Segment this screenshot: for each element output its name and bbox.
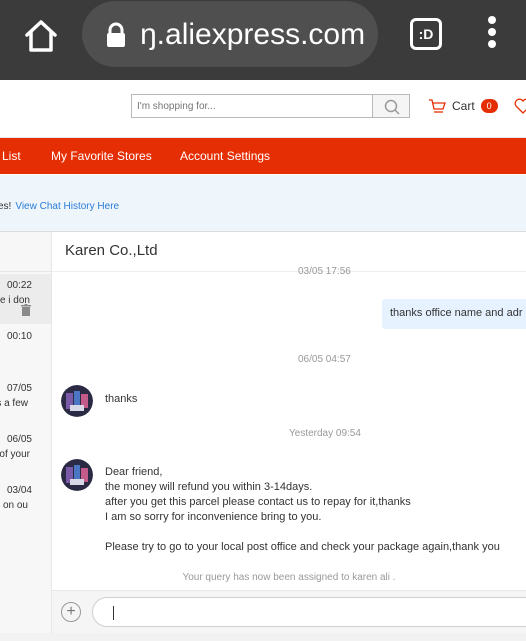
browser-toolbar: ŋ.aliexpress.com :D bbox=[0, 0, 526, 80]
add-attachment-button[interactable]: + bbox=[61, 602, 81, 622]
conversation-time: 00:10 bbox=[6, 331, 32, 342]
address-bar[interactable]: ŋ.aliexpress.com bbox=[82, 1, 378, 67]
conversation-time: 06/05 bbox=[6, 434, 32, 445]
message-line: I am so sorry for inconvenience bring to… bbox=[105, 511, 322, 523]
chat-notice: es! View Chat History Here bbox=[0, 175, 526, 231]
home-icon bbox=[25, 20, 57, 52]
page-bottom-strip bbox=[0, 633, 526, 641]
conversation-snippet: of your bbox=[0, 449, 30, 460]
trash-icon[interactable] bbox=[21, 304, 31, 316]
message-timestamp: 03/05 17:56 bbox=[298, 266, 351, 277]
wishlist-heart-icon[interactable] bbox=[514, 97, 526, 115]
message-timestamp: 06/05 04:57 bbox=[298, 354, 351, 365]
avatar-image bbox=[61, 459, 93, 491]
conversation-item[interactable]: 03/04 g on ou bbox=[0, 474, 51, 524]
message-line: Dear friend, bbox=[105, 466, 163, 478]
search-icon bbox=[384, 99, 400, 115]
cart-count-badge: 0 bbox=[480, 99, 498, 113]
conversation-list-header bbox=[0, 232, 51, 272]
notice-text: es! bbox=[0, 201, 12, 212]
conversation-item[interactable]: 00:22 e i don bbox=[0, 274, 51, 324]
tab-switcher-button[interactable]: :D bbox=[410, 18, 442, 50]
conversation-snippet: s a few bbox=[0, 398, 28, 409]
notice-text-row: es! View Chat History Here bbox=[0, 201, 119, 212]
message-composer: + bbox=[52, 590, 526, 634]
conversation-time: 07/05 bbox=[6, 383, 32, 394]
cart-label: Cart bbox=[452, 99, 475, 113]
more-menu-button[interactable] bbox=[484, 16, 500, 50]
seller-avatar bbox=[61, 459, 93, 491]
more-vert-icon bbox=[488, 16, 496, 24]
more-vert-icon-dot bbox=[488, 28, 496, 36]
more-vert-icon-dot bbox=[488, 40, 496, 48]
conversation-item[interactable]: 06/05 of your bbox=[0, 424, 51, 474]
lock-icon bbox=[107, 22, 125, 47]
message-timestamp: Yesterday 09:54 bbox=[289, 428, 361, 439]
message-line: after you get this parcel please contact… bbox=[105, 496, 411, 508]
message-line: the money will refund you within 3-14day… bbox=[105, 481, 313, 493]
page: ŋ.aliexpress.com :D Cart 0 List bbox=[0, 0, 526, 641]
chat-title: Karen Co.,Ltd bbox=[65, 242, 158, 259]
seller-avatar bbox=[61, 385, 93, 417]
site-header: Cart 0 bbox=[0, 80, 526, 138]
home-button[interactable] bbox=[22, 17, 60, 55]
search-button[interactable] bbox=[372, 94, 410, 118]
conversation-time: 00:22 bbox=[6, 280, 32, 291]
system-note: Your query has now been assigned to kare… bbox=[182, 572, 396, 583]
nav-item-list[interactable]: List bbox=[2, 149, 21, 163]
conversation-time: 03/04 bbox=[6, 485, 32, 496]
conversation-list: 00:22 e i don 00:10 07/05 s a few 06/05 … bbox=[0, 232, 52, 634]
url-text: ŋ.aliexpress.com bbox=[140, 18, 366, 51]
chat-title-bar: Karen Co.,Ltd bbox=[52, 232, 526, 272]
seller-message-text: thanks bbox=[105, 393, 138, 405]
chat-window: 00:22 e i don 00:10 07/05 s a few 06/05 … bbox=[0, 231, 526, 634]
search-input[interactable] bbox=[131, 94, 373, 118]
conversation-item[interactable]: 00:10 bbox=[0, 324, 51, 374]
conversation-snippet: g on ou bbox=[0, 500, 28, 511]
nav-item-favorite-stores[interactable]: My Favorite Stores bbox=[51, 149, 152, 163]
cart-icon bbox=[429, 99, 446, 113]
message-input[interactable] bbox=[92, 597, 526, 627]
cart-link[interactable]: Cart 0 bbox=[428, 96, 498, 116]
message-line bbox=[105, 525, 500, 540]
account-nav-bar: List My Favorite Stores Account Settings bbox=[0, 138, 526, 174]
view-chat-history-link[interactable]: View Chat History Here bbox=[15, 201, 119, 212]
text-caret bbox=[113, 606, 114, 620]
seller-message-block: Dear friend, the money will refund you w… bbox=[105, 465, 500, 555]
conversation-item[interactable]: 07/05 s a few bbox=[0, 374, 51, 424]
nav-item-account-settings[interactable]: Account Settings bbox=[180, 149, 270, 163]
message-line: Please try to go to your local post offi… bbox=[105, 541, 500, 553]
avatar-image bbox=[61, 385, 93, 417]
chat-panel: Karen Co.,Ltd 03/05 17:56 thanks office … bbox=[52, 232, 526, 634]
my-message-bubble: thanks office name and adr bbox=[382, 299, 526, 329]
